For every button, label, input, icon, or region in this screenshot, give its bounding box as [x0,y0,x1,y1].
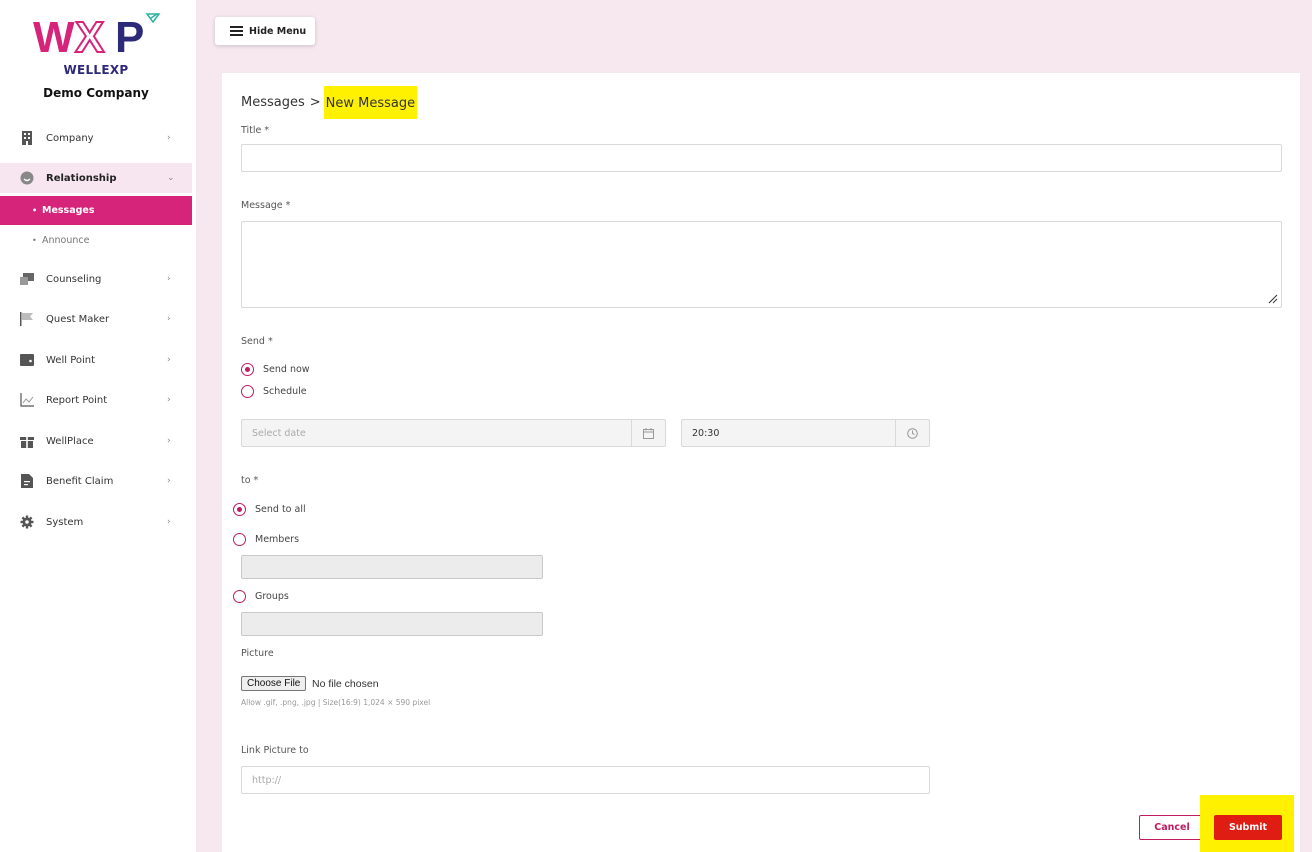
document-icon [20,474,34,488]
sidebar-item-label: Relationship [46,172,117,184]
brand-name: WELLEXP [63,63,129,77]
chevron-right-icon: › [167,395,171,405]
breadcrumb: Messages > New Message [241,85,418,119]
resize-handle-icon[interactable] [1268,294,1278,304]
chevron-right-icon: › [167,436,171,446]
sidebar-subitem-label: Announce [42,235,90,246]
breadcrumb-separator: > [309,94,321,110]
chevron-right-icon: › [167,476,171,486]
radio-unchecked-icon [241,385,254,398]
hide-menu-button[interactable]: Hide Menu [215,17,315,45]
date-picker[interactable]: Select date [241,419,666,447]
chevron-right-icon: › [167,517,171,527]
gear-icon [20,515,34,529]
to-label: to * [241,475,259,486]
message-label: Message * [241,200,291,211]
choose-file-button[interactable]: Choose File [241,676,307,691]
building-icon [20,131,34,145]
link-placeholder: http:// [252,774,282,786]
sidebar-item-company[interactable]: Company › [0,123,192,153]
sidebar-item-counseling[interactable]: Counseling › [0,264,192,294]
chevron-right-icon: › [167,274,171,284]
svg-text:X: X [75,13,104,62]
breadcrumb-current: New Message [323,85,418,119]
sidebar-item-label: Well Point [46,354,96,366]
radio-members[interactable]: Members [233,533,299,546]
title-input[interactable] [241,144,1282,172]
hide-menu-label: Hide Menu [249,25,307,37]
groups-select[interactable] [241,612,543,636]
link-picture-input[interactable]: http:// [241,766,930,794]
time-picker[interactable]: 20:30 [681,419,930,447]
cancel-button[interactable]: Cancel [1139,815,1205,840]
radio-checked-icon [233,503,246,516]
radio-unchecked-icon [233,590,246,603]
sidebar-item-benefit-claim[interactable]: Benefit Claim › [0,466,192,496]
gift-icon [20,434,34,448]
wallet-icon [20,353,34,367]
send-label: Send * [241,336,273,347]
radio-schedule[interactable]: Schedule [241,385,307,398]
radio-label: Send to all [255,504,306,515]
wxp-logo: W X P [33,12,161,63]
radio-send-to-all[interactable]: Send to all [233,503,306,516]
radio-label: Send now [263,364,310,375]
picture-label: Picture [241,648,274,659]
file-status: No file chosen [312,678,379,690]
new-message-form: Messages > New Message Title * Message *… [222,73,1300,852]
sidebar-item-report-point[interactable]: Report Point › [0,385,192,415]
members-select[interactable] [241,555,543,579]
time-value: 20:30 [692,427,720,439]
calendar-icon[interactable] [631,420,665,446]
sidebar-item-label: WellPlace [46,435,94,447]
chart-icon [20,393,34,407]
svg-text:W: W [33,13,75,62]
radio-label: Groups [255,591,289,602]
sidebar: W X P WELLEXP Demo Company Company › Rel… [0,0,196,852]
sidebar-item-wellplace[interactable]: WellPlace › [0,426,192,456]
counseling-icon [20,272,34,286]
radio-checked-icon [241,363,254,376]
hamburger-icon [230,26,243,36]
sidebar-item-well-point[interactable]: Well Point › [0,345,192,375]
sidebar-item-label: Company [46,132,94,144]
radio-unchecked-icon [233,533,246,546]
message-textarea[interactable] [241,221,1282,308]
sidebar-item-label: System [46,516,84,528]
bullet-icon: • [32,236,37,245]
sidebar-item-label: Quest Maker [46,313,110,325]
chevron-right-icon: › [167,133,171,143]
breadcrumb-parent[interactable]: Messages [241,95,305,110]
sidebar-item-quest-maker[interactable]: Quest Maker › [0,304,192,334]
radio-groups[interactable]: Groups [233,590,289,603]
bullet-icon: • [32,206,38,215]
flag-icon [20,312,34,326]
radio-send-now[interactable]: Send now [241,363,310,376]
link-picture-label: Link Picture to [241,745,309,756]
title-label: Title * [241,125,270,136]
radio-label: Schedule [263,386,307,397]
sidebar-subitem-label: Messages [42,205,95,216]
clock-icon[interactable] [895,420,929,446]
sidebar-item-system[interactable]: System › [0,507,192,537]
picture-hint: Allow .gif, .png, .jpg | Size(16:9) 1,02… [241,698,431,707]
sidebar-subitem-announce[interactable]: • Announce [0,226,192,255]
submit-button[interactable]: Submit [1214,815,1282,840]
sidebar-item-relationship[interactable]: Relationship ⌄ [0,163,192,193]
radio-label: Members [255,534,300,545]
relationship-icon [20,171,34,185]
chevron-right-icon: › [167,355,171,365]
sidebar-item-label: Benefit Claim [46,475,114,487]
chevron-right-icon: › [167,314,171,324]
date-placeholder: Select date [252,427,306,439]
sidebar-item-label: Counseling [46,273,102,285]
chevron-down-icon: ⌄ [167,173,175,183]
sidebar-item-label: Report Point [46,394,108,406]
sidebar-subitem-messages[interactable]: • Messages [0,196,192,225]
svg-text:P: P [115,13,144,62]
company-name: Demo Company [43,86,149,100]
